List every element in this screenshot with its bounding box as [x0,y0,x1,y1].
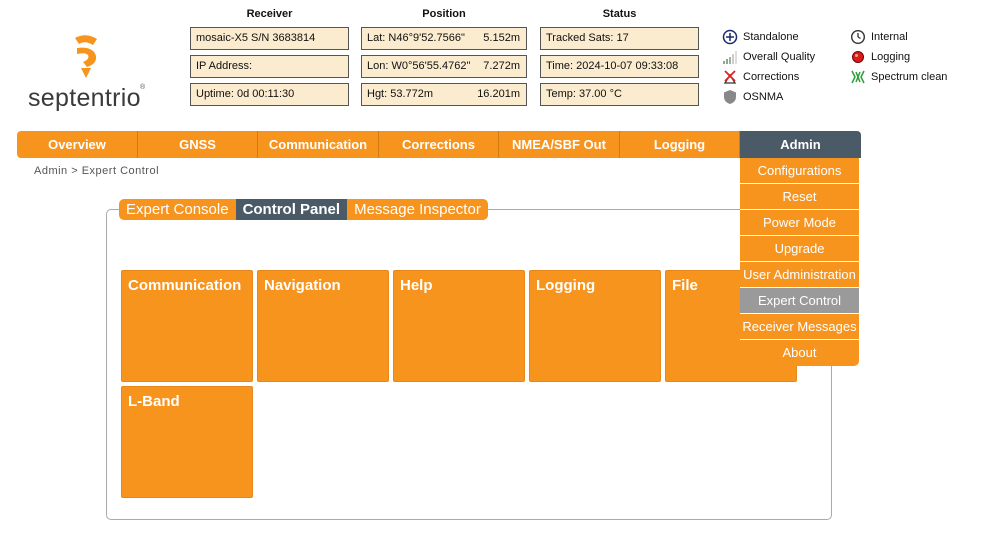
tab-control-panel[interactable]: Control Panel [235,199,348,220]
legend-logging: Logging [850,49,910,65]
logo-trademark: ® [140,84,146,91]
menu-item-about[interactable]: About [740,340,859,366]
position-heading: Position [422,8,466,20]
position-lat-label: Lat: N46°9'52.7566" [367,32,465,44]
nav-gnss[interactable]: GNSS [138,131,258,158]
admin-dropdown-menu: Configurations Reset Power Mode Upgrade … [740,158,859,366]
position-lon-accuracy: 7.272m [483,60,520,72]
tile-navigation-label: Navigation [264,277,341,294]
logo-wordmark: septentrio [28,84,141,112]
tile-navigation[interactable]: Navigation [257,270,389,382]
position-hgt-accuracy: 16.201m [477,88,520,100]
tile-logging-label: Logging [536,277,596,294]
tile-l-band-label: L-Band [128,393,180,410]
signal-bars-icon [722,49,738,65]
tile-help-label: Help [400,277,433,294]
status-temp: Temp: 37.00 °C [540,83,699,106]
status-time: Time: 2024-10-07 09:33:08 [540,55,699,78]
menu-item-upgrade[interactable]: Upgrade [740,236,859,262]
tile-l-band[interactable]: L-Band [121,386,253,498]
tile-communication-label: Communication [128,277,242,294]
position-hgt-label: Hgt: 53.772m [367,88,434,100]
menu-item-power-mode[interactable]: Power Mode [740,210,859,236]
legend-osnma-label: OSNMA [743,91,784,103]
legend-internal-label: Internal [871,31,908,43]
legend-standalone: Standalone [722,29,799,45]
legend-overall-quality: Overall Quality [722,49,815,65]
receiver-uptime: Uptime: 0d 00:11:30 [190,83,349,106]
position-lat-accuracy: 5.152m [483,32,520,44]
expert-tabs: Expert Console Control Panel Message Ins… [119,199,488,220]
menu-item-expert-control[interactable]: Expert Control [740,288,859,314]
legend-corrections: Corrections [722,69,799,85]
menu-item-receiver-messages[interactable]: Receiver Messages [740,314,859,340]
legend-overall-quality-label: Overall Quality [743,51,816,63]
spectrum-icon [850,69,866,85]
red-dot-icon [850,49,866,65]
tile-communication[interactable]: Communication [121,270,253,382]
legend-logging-label: Logging [871,51,911,63]
legend-corrections-label: Corrections [743,71,800,83]
corrections-off-icon [722,69,738,85]
legend-spectrum-label: Spectrum clean [871,71,948,83]
tab-message-inspector[interactable]: Message Inspector [347,199,488,220]
crosshair-icon [722,29,738,45]
status-tracked-sats: Tracked Sats: 17 [540,27,699,50]
nav-overview[interactable]: Overview [17,131,138,158]
nav-communication[interactable]: Communication [258,131,379,158]
breadcrumb: Admin > Expert Control [34,165,160,177]
legend-internal: Internal [850,29,908,45]
main-nav: Overview GNSS Communication Corrections … [17,131,861,158]
tile-help[interactable]: Help [393,270,525,382]
receiver-serial: mosaic-X5 S/N 3683814 [190,27,349,50]
position-lat: Lat: N46°9'52.7566" 5.152m [361,27,527,50]
nav-logging[interactable]: Logging [620,131,740,158]
position-hgt: Hgt: 53.772m 16.201m [361,83,527,106]
receiver-ip: IP Address: [190,55,349,78]
septentrio-logo-mark [75,35,97,78]
nav-nmea-sbf-out[interactable]: NMEA/SBF Out [499,131,620,158]
menu-item-configurations[interactable]: Configurations [740,158,859,184]
legend-spectrum: Spectrum clean [850,69,947,85]
nav-corrections[interactable]: Corrections [379,131,499,158]
tab-expert-console[interactable]: Expert Console [119,199,236,220]
tile-file-label: File [672,277,698,294]
tile-logging[interactable]: Logging [529,270,661,382]
nav-admin[interactable]: Admin [740,131,861,158]
position-lon-label: Lon: W0°56'55.4762" [367,60,471,72]
septentrio-logo: septentrio ® [24,32,154,112]
status-heading: Status [602,8,637,20]
legend-standalone-label: Standalone [743,31,799,43]
receiver-heading: Receiver [246,8,293,20]
shield-icon [722,89,738,105]
clock-icon [850,29,866,45]
menu-item-reset[interactable]: Reset [740,184,859,210]
legend-osnma: OSNMA [722,89,783,105]
menu-item-user-administration[interactable]: User Administration [740,262,859,288]
position-lon: Lon: W0°56'55.4762" 7.272m [361,55,527,78]
